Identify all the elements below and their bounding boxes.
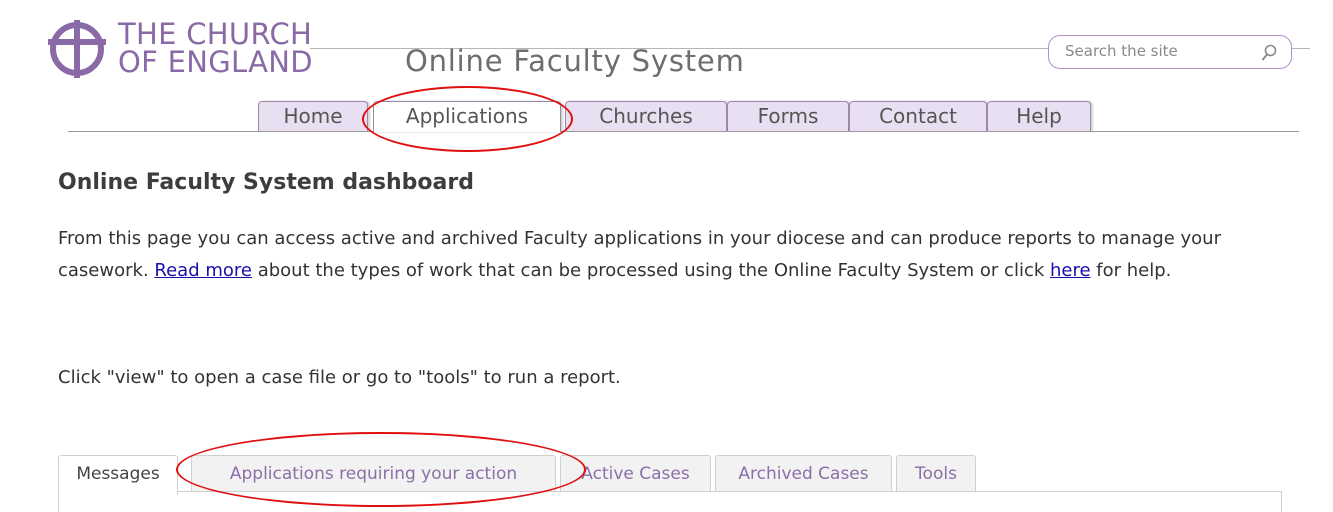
nav-tab-forms[interactable]: Forms [727,101,849,131]
instruction-text: Click "view" to open a case file or go t… [58,367,621,388]
nav-tab-applications[interactable]: Applications [373,101,561,132]
intro-text-2: about the types of work that can be proc… [251,260,1050,281]
help-here-link[interactable]: here [1050,260,1091,281]
search-box[interactable] [1048,35,1292,69]
page-title: Online Faculty System dashboard [58,170,474,195]
tab-archived-cases[interactable]: Archived Cases [715,455,892,491]
read-more-link[interactable]: Read more [154,260,252,281]
intro-text-3: for help. [1090,260,1172,281]
intro-paragraph: From this page you can access active and… [58,223,1308,287]
tab-panel [58,491,1282,512]
tab-messages[interactable]: Messages [58,455,178,495]
nav-divider [68,131,1299,132]
nav-tab-churches[interactable]: Churches [565,101,727,131]
nav-tab-home[interactable]: Home [258,101,368,131]
logo-text-line-2: OF ENGLAND [118,45,313,79]
nav-tab-help[interactable]: Help [987,101,1091,131]
church-cross-logo-icon [48,20,106,78]
search-icon[interactable] [1261,44,1277,62]
site-title: Online Faculty System [405,44,745,78]
logo-text-line-1: THE CHURCH [118,17,313,51]
search-input[interactable] [1065,42,1245,60]
tab-applications-requiring-action[interactable]: Applications requiring your action [191,455,556,491]
nav-tab-contact[interactable]: Contact [849,101,987,131]
tab-tools[interactable]: Tools [896,455,976,491]
tab-active-cases[interactable]: Active Cases [560,455,711,491]
church-of-england-logo[interactable]: THE CHURCH OF ENGLAND [48,14,348,86]
